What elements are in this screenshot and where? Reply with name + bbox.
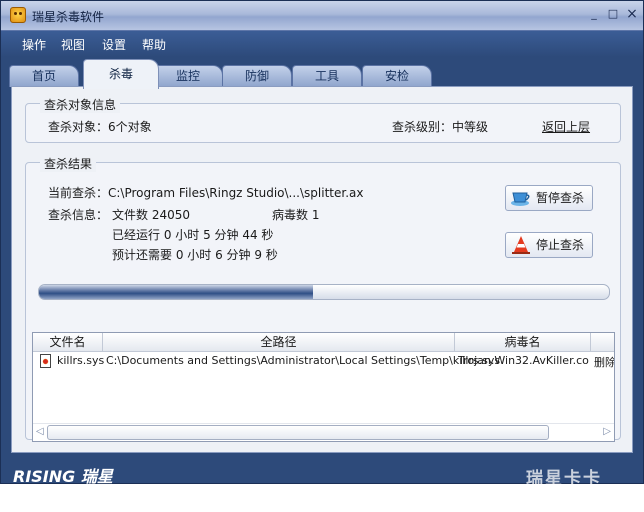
scan-info-label: 查杀信息： [48, 208, 109, 222]
scrollbar-thumb[interactable] [47, 425, 549, 440]
pause-scan-button[interactable]: 暂停查杀 [505, 185, 593, 211]
maximize-button[interactable]: □ [606, 7, 620, 21]
watermark-url: www.ikaka.com [518, 485, 615, 498]
target-info-group: 查杀对象信息 查杀对象：6个对象 查杀级别：中等级 返回上层 [25, 96, 621, 143]
scroll-right-arrow-icon[interactable]: ▷ [603, 426, 611, 437]
column-full-path[interactable]: 全路径 [103, 333, 455, 351]
virus-count: 病毒数 1 [272, 208, 320, 222]
menu-operate[interactable]: 操作 [22, 36, 46, 53]
antivirus-panel: 查杀对象信息 查杀对象：6个对象 查杀级别：中等级 返回上层 查杀结果 当前查杀… [11, 86, 633, 453]
menu-settings[interactable]: 设置 [102, 36, 126, 53]
current-scan-path: 当前查杀：C:\Program Files\Ringz Studio\...\s… [48, 186, 364, 200]
file-count: 文件数 24050 [112, 208, 190, 222]
scroll-left-arrow-icon[interactable]: ◁ [36, 426, 44, 437]
elapsed-time: 已经运行 0 小时 5 分钟 44 秒 [112, 228, 274, 242]
title-bar[interactable]: 瑞星杀毒软件 _ □ × [1, 1, 643, 31]
back-link[interactable]: 返回上层 [542, 118, 590, 135]
row-filename: killrs.sys [57, 354, 105, 367]
rising-lion-icon[interactable] [10, 7, 26, 23]
tab-home[interactable]: 首页 [9, 65, 79, 87]
minimize-button[interactable]: _ [587, 7, 601, 21]
window-title: 瑞星杀毒软件 [32, 10, 105, 24]
scan-progress-fill [39, 285, 313, 299]
infected-file-icon [40, 354, 51, 368]
menu-bar: 操作 视图 设置 帮助 [1, 31, 643, 57]
column-filename[interactable]: 文件名 [33, 333, 103, 351]
row-full-path: C:\Documents and Settings\Administrator\… [106, 354, 501, 367]
horizontal-scrollbar[interactable]: ◁ ▷ [33, 423, 614, 441]
row-action: 删除 [594, 356, 615, 369]
table-header: 文件名 全路径 病毒名 [33, 333, 614, 352]
tab-defense[interactable]: 防御 [222, 65, 292, 87]
infected-files-table: 文件名 全路径 病毒名 killrs.sys C:\Documents and … [32, 332, 615, 442]
tab-antivirus[interactable]: 杀毒 [83, 59, 159, 89]
tab-tools[interactable]: 工具 [292, 65, 362, 87]
row-virus-name: Trojan.Win32.AvKiller.co [458, 354, 589, 367]
column-action [591, 333, 614, 351]
target-info-title: 查杀对象信息 [40, 96, 121, 113]
main-window: 瑞星杀毒软件 _ □ × 操作 视图 设置 帮助 首页 杀毒 监控 防御 工具 … [0, 0, 644, 486]
teacup-icon [511, 192, 530, 206]
ikaka-watermark: 瑞星卡卡 www.ikaka.com [512, 454, 636, 502]
scan-result-title: 查杀结果 [40, 155, 97, 172]
remaining-time: 预计还需要 0 小时 6 分钟 9 秒 [112, 248, 278, 262]
menu-help[interactable]: 帮助 [142, 36, 166, 53]
tab-bar: 首页 杀毒 监控 防御 工具 安检 [1, 57, 643, 89]
pause-scan-label: 暂停查杀 [536, 191, 585, 205]
traffic-cone-icon [512, 236, 530, 254]
stop-scan-button[interactable]: 停止查杀 [505, 232, 593, 258]
scan-level-text: 查杀级别：中等级 [392, 120, 489, 134]
column-virus-name[interactable]: 病毒名 [455, 333, 591, 351]
close-button[interactable]: × [625, 7, 639, 21]
tab-monitor[interactable]: 监控 [153, 65, 223, 87]
tab-security-check[interactable]: 安检 [362, 65, 432, 87]
scan-progress-bar [38, 284, 610, 300]
stop-scan-label: 停止查杀 [536, 238, 585, 252]
menu-view[interactable]: 视图 [61, 36, 85, 53]
scan-target-text: 查杀对象：6个对象 [48, 120, 152, 134]
table-row[interactable]: killrs.sys C:\Documents and Settings\Adm… [33, 352, 614, 370]
